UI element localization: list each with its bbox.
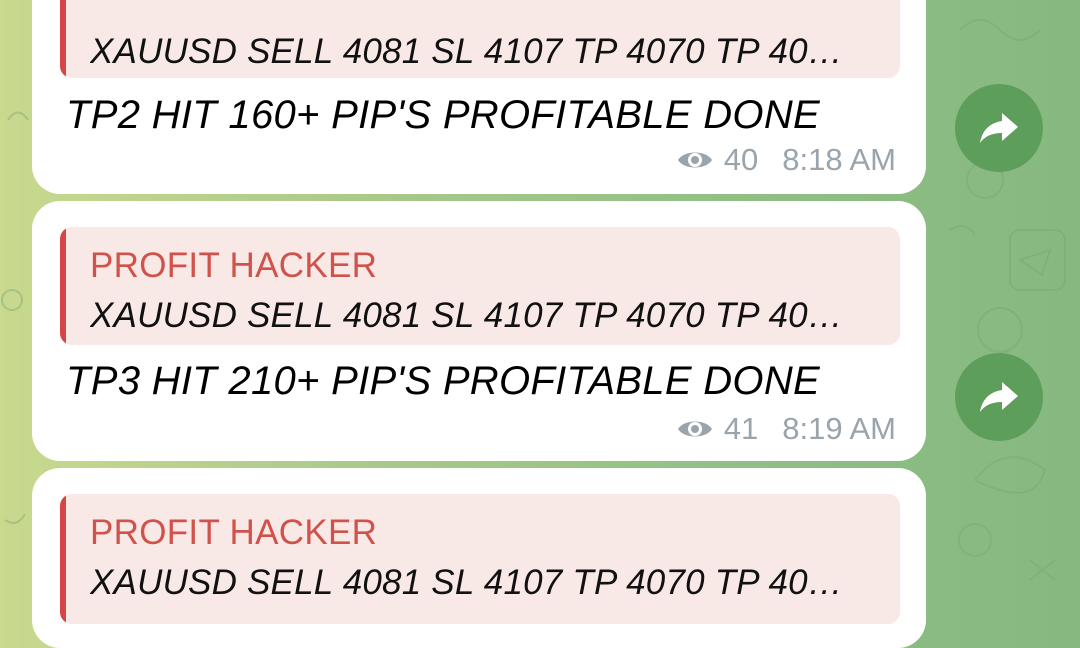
share-arrow-icon (980, 113, 1018, 143)
share-button[interactable] (955, 84, 1043, 172)
message-meta: 41 8:19 AM (676, 411, 896, 447)
message-time: 8:18 AM (782, 142, 896, 177)
reply-quote[interactable]: PROFIT HACKER XAUUSD SELL 4081 SL 4107 T… (60, 494, 900, 624)
reply-quote-author: PROFIT HACKER (90, 513, 378, 552)
eye-icon (677, 421, 712, 437)
message-meta: 40 8:18 AM (676, 142, 896, 178)
reply-quote[interactable]: XAUUSD SELL 4081 SL 4107 TP 4070 TP 40… (60, 0, 900, 78)
message-text: TP2 HIT 160+ PIP'S PROFITABLE DONE (66, 93, 820, 137)
message-bubble[interactable]: PROFIT HACKER XAUUSD SELL 4081 SL 4107 T… (32, 201, 926, 461)
reply-quote-text: XAUUSD SELL 4081 SL 4107 TP 4070 TP 40… (90, 32, 843, 71)
message-bubble[interactable]: XAUUSD SELL 4081 SL 4107 TP 4070 TP 40… … (32, 0, 926, 194)
message-bubble[interactable]: PROFIT HACKER XAUUSD SELL 4081 SL 4107 T… (32, 468, 926, 648)
message-time: 8:19 AM (782, 411, 896, 446)
view-count: 40 (723, 142, 759, 177)
eye-icon (677, 152, 712, 168)
share-button[interactable] (955, 353, 1043, 441)
reply-quote-text: XAUUSD SELL 4081 SL 4107 TP 4070 TP 40… (90, 563, 843, 602)
reply-quote[interactable]: PROFIT HACKER XAUUSD SELL 4081 SL 4107 T… (60, 227, 900, 345)
share-arrow-icon (980, 382, 1018, 412)
reply-quote-author: PROFIT HACKER (90, 246, 378, 285)
reply-quote-text: XAUUSD SELL 4081 SL 4107 TP 4070 TP 40… (90, 296, 843, 335)
message-text: TP3 HIT 210+ PIP'S PROFITABLE DONE (66, 359, 820, 403)
view-count: 41 (723, 411, 759, 446)
